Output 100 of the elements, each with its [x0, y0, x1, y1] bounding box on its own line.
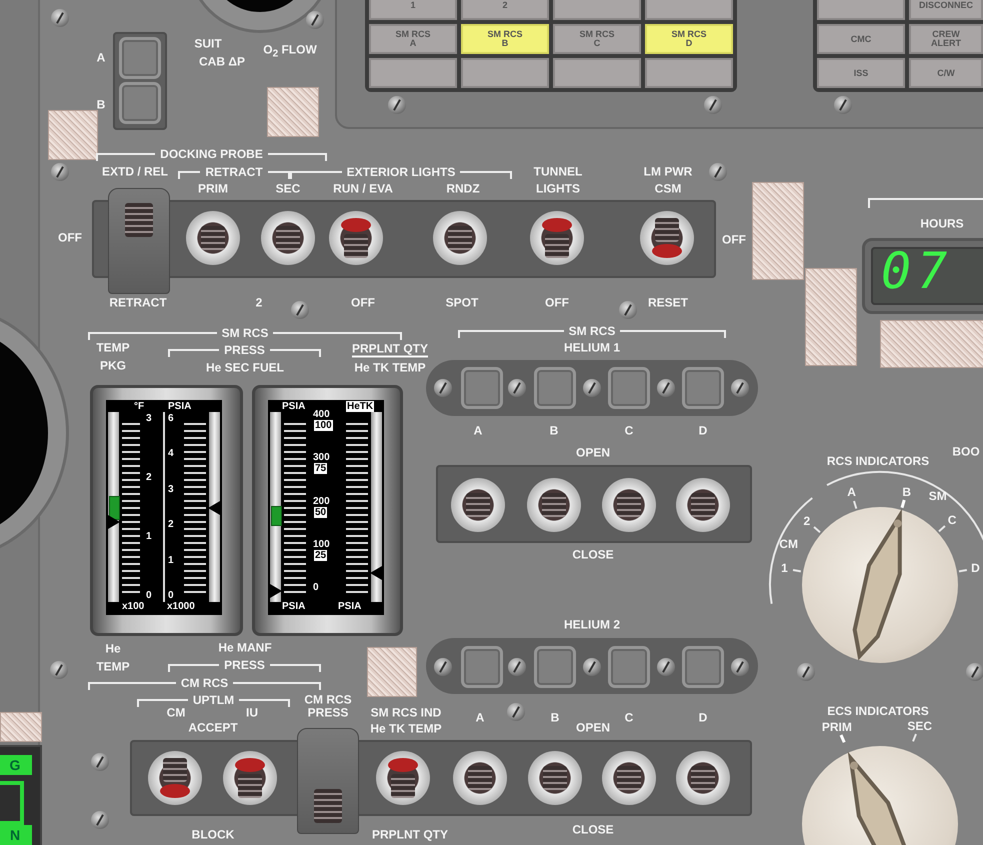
velcro-pad: [367, 647, 417, 697]
panel-label: PRESS: [223, 657, 266, 673]
warning-light: ISS: [817, 58, 905, 88]
dial-position-label: C: [948, 513, 956, 528]
panel-label: HELIUM 2: [564, 618, 620, 632]
panel-label: SM RCS: [568, 323, 616, 339]
scale-label: 3: [168, 484, 174, 495]
panel-label: CLOSE: [572, 822, 614, 838]
status-lamp: N: [0, 825, 32, 845]
dial-group-label: CM: [779, 537, 798, 552]
panel-label: DOCKING PROBE: [159, 146, 264, 162]
panel-label: He MANF: [218, 640, 272, 656]
scale-label: 4: [168, 448, 174, 460]
panel-label: D: [698, 710, 708, 726]
scale-label: 100: [314, 420, 333, 431]
dial-position-label: SEC: [907, 718, 932, 733]
panel-label: IU: [246, 706, 258, 720]
warning-light: DISCONNEC: [909, 0, 983, 20]
panel-label: PRESS: [223, 342, 266, 358]
scale-label: 400: [313, 409, 330, 420]
warning-light: C/W: [909, 58, 983, 88]
panel-label: A: [476, 710, 484, 726]
panel-label: CM: [166, 706, 186, 720]
panel-label: OFF: [545, 296, 569, 310]
panel-label: SEC: [276, 182, 300, 196]
panel-label: 2: [256, 296, 262, 310]
panel-label: OFF: [351, 296, 375, 310]
panel-label: PRPLNT QTY: [352, 342, 428, 358]
panel-label: RCS INDICATORS: [826, 454, 930, 468]
panel-label: PRIM: [198, 182, 228, 196]
panel-label: RETRACT: [109, 296, 167, 310]
scale-label: PSIA: [282, 601, 306, 612]
scale-label: 1: [168, 554, 174, 566]
panel-label: RUN / EVA: [333, 182, 393, 196]
dial-position-label: B: [902, 484, 912, 499]
panel-label: O$_{2}$ FLOW: [263, 42, 317, 62]
scale-label: 300: [313, 452, 330, 464]
panel-label: RETRACT: [204, 164, 264, 180]
panel-label: SPOT: [446, 296, 478, 310]
digit-segment-drawing: [0, 781, 24, 825]
panel-label: TEMP: [96, 660, 130, 674]
digital-readout: 07: [881, 243, 954, 299]
panel-label: BLOCK: [192, 828, 234, 842]
panel-label: HOURS: [920, 216, 964, 232]
panel-label: EXTERIOR LIGHTS: [346, 164, 456, 180]
scale-label: 3: [146, 413, 152, 424]
velcro-pad: [48, 110, 98, 160]
index-marker: [271, 506, 282, 526]
warning-light: SM RCS B: [461, 24, 549, 54]
panel-label: OFF: [722, 232, 746, 248]
scale-label: 6: [168, 413, 174, 424]
guarded-toggle-switch[interactable]: [297, 728, 359, 834]
panel-label: CM RCS: [180, 675, 230, 691]
scale-label: 75: [314, 463, 328, 474]
guarded-toggle-switch[interactable]: [108, 188, 170, 294]
panel-label: PRESS: [308, 706, 348, 720]
warning-light: SM RCS D: [645, 24, 733, 54]
scale-label: x1000: [167, 601, 195, 612]
panel-label: ACCEPT: [188, 720, 238, 736]
warning-light: SM RCS A: [369, 24, 457, 54]
dial-position-label: 1: [781, 561, 788, 576]
panel-label: SUIT: [194, 36, 222, 52]
dial-group-label: SM: [928, 489, 947, 504]
panel-label: He SEC FUEL: [206, 360, 284, 376]
scale-label: HeTK: [346, 401, 374, 412]
scale-label: PSIA: [338, 601, 362, 612]
warning-light: 1: [369, 0, 457, 20]
warning-light: SM RCS C: [553, 24, 641, 54]
dial-position-label: D: [971, 561, 980, 576]
panel-label: TUNNEL: [534, 164, 582, 180]
panel-label: He: [105, 642, 121, 656]
scale-label: 100: [313, 538, 330, 550]
panel-label: UPTLM: [192, 692, 236, 708]
velcro-pad: [0, 712, 42, 742]
panel-label: ECS INDICATORS: [827, 704, 929, 718]
panel-label: TEMP: [96, 340, 130, 356]
panel-label: BOO: [952, 444, 980, 460]
warning-light: CMC: [817, 24, 905, 54]
scale-label: PSIA: [282, 401, 306, 412]
warning-light: 2: [461, 0, 549, 20]
panel-label: CM RCS: [304, 692, 352, 708]
panel-label: He TK TEMP: [370, 722, 442, 736]
panel-label: CLOSE: [572, 548, 614, 562]
panel-label: RESET: [648, 296, 688, 310]
warning-light: CREW ALERT: [909, 24, 983, 54]
panel-label: C: [624, 710, 634, 726]
panel-label: A: [96, 50, 106, 66]
panel-label: OPEN: [576, 720, 610, 736]
scale-label: 2: [146, 472, 152, 483]
panel-label: RNDZ: [446, 182, 480, 196]
scale-label: 0: [313, 582, 319, 593]
scale-label: °F: [134, 401, 144, 412]
panel-label: OFF: [58, 230, 82, 246]
scale-label: 25: [314, 550, 328, 561]
panel-label: He TK TEMP: [354, 360, 426, 376]
panel-label: B: [96, 98, 106, 112]
scale-label: 0: [168, 590, 174, 601]
panel-label: B: [550, 424, 558, 438]
panel-label: PRPLNT QTY: [372, 828, 448, 842]
scale-label: 200: [313, 496, 330, 506]
